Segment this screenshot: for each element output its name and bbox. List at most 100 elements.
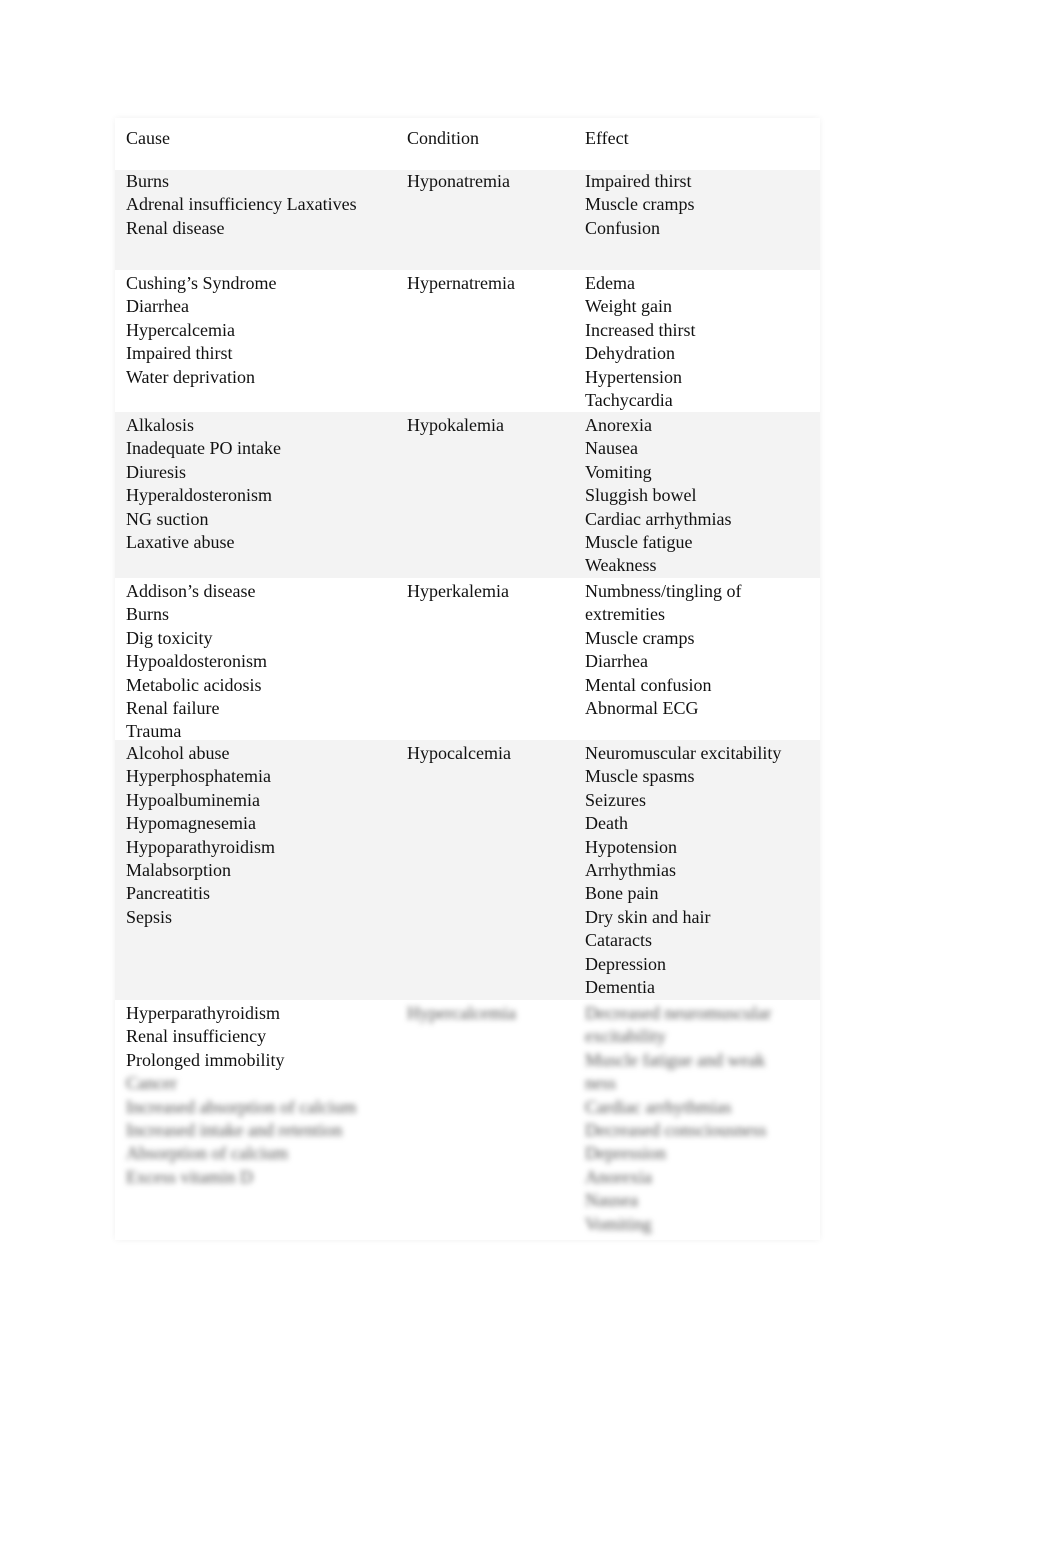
cell-line: Decreased neuromuscular (585, 1003, 772, 1023)
cell-line: Hypercalcemia (407, 1003, 516, 1023)
cell-line: Burns (126, 604, 170, 625)
cell-line: Renal failure (126, 698, 220, 719)
table-row: Burns Adrenal insufficiency Laxatives Rena… (115, 170, 820, 270)
cell-line: Diarrhea (585, 651, 648, 672)
cell-line: Cataracts (585, 930, 652, 951)
effect-cell: Numbness/tingling of extremities Muscle cr… (574, 580, 820, 740)
cell-line: Malabsorption (126, 860, 231, 881)
header-condition: Condition (407, 128, 480, 148)
cell-line: Hypoparathyroidism (126, 836, 275, 857)
cell-line: Hypotension (585, 836, 677, 857)
cell-line: Abnormal ECG (585, 698, 699, 719)
cell-line: Weight gain (585, 296, 673, 317)
table-row: Addison’s disease Burns Dig toxicity Hypoal… (115, 578, 820, 741)
effect-cell: Edema Weight gain Increased thirst Dehydrat… (574, 272, 820, 412)
cell-line: Edema (585, 273, 635, 293)
cell-line: Increased thirst (585, 319, 696, 340)
cell-line: Anorexia (585, 1166, 652, 1187)
cell-line: Confusion (585, 217, 661, 238)
cell-line: Numbness/tingling of (585, 581, 742, 601)
table-row: Alcohol abuse Hyperphosphatemia Hypoalbumi… (115, 740, 820, 1000)
cell-line: Increased intake and retention (126, 1120, 343, 1141)
cause-cell: Hyperparathyroidism Renal insufficiency Pr… (115, 1002, 396, 1240)
cell-line: Excess vitamin D (126, 1166, 253, 1187)
cell-line: Prolonged immobility (126, 1049, 285, 1070)
cell-line: Impaired thirst (126, 343, 233, 364)
cell-line: Cardiac arrhythmias (585, 508, 732, 529)
cell-line: Sepsis (126, 906, 173, 927)
cell-line: Addison’s disease (126, 581, 256, 601)
cell-line: Anorexia (585, 415, 652, 435)
cell-line: Pancreatitis (126, 883, 210, 904)
cell-line: NG suction (126, 508, 209, 529)
table-row: Alkalosis Inadequate PO intake Diuresis Hyp… (115, 412, 820, 578)
cell-line: Hypomagnesemia (126, 813, 256, 834)
cell-line: Dementia (585, 977, 655, 998)
cell-line: Sluggish bowel (585, 485, 697, 506)
condition-cell: Hyponatremia (396, 170, 574, 270)
cell-line: Decreased consciousness (585, 1120, 767, 1141)
cell-line: Vomiting (585, 1213, 652, 1234)
cell-line: Hyperaldosteronism (126, 485, 272, 506)
cell-line: Hypoaldosteronism (126, 651, 267, 672)
cell-line: Absorption of calcium (126, 1143, 288, 1164)
cell-line: Depression (585, 1143, 666, 1164)
cell-line: Hypoalbuminemia (126, 789, 260, 810)
cell-line: Dehydration (585, 343, 675, 364)
table-header-row: Cause Condition Effect (115, 118, 820, 170)
cell-line: Nausea (585, 438, 638, 459)
cell-line: Impaired thirst (585, 171, 692, 191)
cell-line: Burns (126, 171, 170, 191)
electrolyte-table: Cause Condition Effect Burns Adrenal insu… (115, 118, 820, 1240)
cell-line: Cardiac arrhythmias (585, 1096, 732, 1117)
cell-line: Bone pain (585, 883, 659, 904)
cell-line: Increased absorption of calcium (126, 1096, 357, 1117)
cell-line: Depression (585, 953, 666, 974)
effect-cell: Neuromuscular excitability Muscle spasms S… (574, 742, 820, 1000)
condition-cell: Hypernatremia (396, 272, 574, 412)
cell-line: Diarrhea (126, 296, 189, 317)
cell-line: Dry skin and hair (585, 906, 711, 927)
cell-line: Hypocalcemia (407, 743, 511, 763)
cell-line: Seizures (585, 789, 646, 810)
cell-line: Muscle cramps (585, 194, 695, 215)
header-cause: Cause (126, 128, 170, 148)
cell-line: Hyperphosphatemia (126, 766, 271, 787)
cell-line: Weakness (585, 555, 657, 576)
cell-line: excitability (585, 1026, 666, 1047)
condition-cell: Hypercalcemia (396, 1002, 574, 1240)
cell-line: Tachycardia (585, 390, 673, 411)
cell-line: Cushing’s Syndrome (126, 273, 277, 293)
cell-line: Hyperparathyroidism (126, 1003, 280, 1023)
cell-line: Hypertension (585, 366, 682, 387)
cell-line: Renal disease (126, 217, 225, 238)
cell-line: Neuromuscular excitability (585, 743, 782, 763)
effect-cell: Anorexia Nausea Vomiting Sluggish bowel Card… (574, 414, 820, 578)
effect-cell: Impaired thirst Muscle cramps Confusion (574, 170, 820, 270)
cell-line: Metabolic acidosis (126, 674, 262, 695)
cell-line: Hyponatremia (407, 171, 510, 191)
cell-line: Inadequate PO intake (126, 438, 281, 459)
header-effect: Effect (585, 128, 629, 148)
cell-line: extremities (585, 604, 665, 625)
cell-line: Dig toxicity (126, 627, 213, 648)
cell-line: Muscle fatigue and weak (585, 1049, 766, 1070)
cell-line: Adrenal insufficiency Laxatives (126, 194, 357, 215)
cell-line: Cancer (126, 1073, 177, 1094)
cause-cell: Addison’s disease Burns Dig toxicity Hypoal… (115, 580, 396, 741)
cause-cell: Burns Adrenal insufficiency Laxatives Rena… (115, 170, 396, 270)
cell-line: ness (585, 1073, 616, 1094)
cause-cell: Alcohol abuse Hyperphosphatemia Hypoalbumi… (115, 742, 396, 1000)
cell-line: Mental confusion (585, 674, 712, 695)
cell-line: Nausea (585, 1190, 638, 1211)
effect-cell: Decreased neuromuscular excitability Muscl… (574, 1002, 820, 1240)
cell-line: Vomiting (585, 461, 652, 482)
cell-line: Renal insufficiency (126, 1026, 267, 1047)
cause-cell: Alkalosis Inadequate PO intake Diuresis Hyp… (115, 414, 396, 578)
condition-cell: Hypocalcemia (396, 742, 574, 1000)
cell-line: Laxative abuse (126, 532, 235, 553)
cell-line: Muscle cramps (585, 627, 695, 648)
cell-line: Diuresis (126, 461, 186, 482)
table-row: Hyperparathyroidism Renal insufficiency Pr… (115, 1000, 820, 1240)
cell-line: Hypokalemia (407, 415, 504, 435)
